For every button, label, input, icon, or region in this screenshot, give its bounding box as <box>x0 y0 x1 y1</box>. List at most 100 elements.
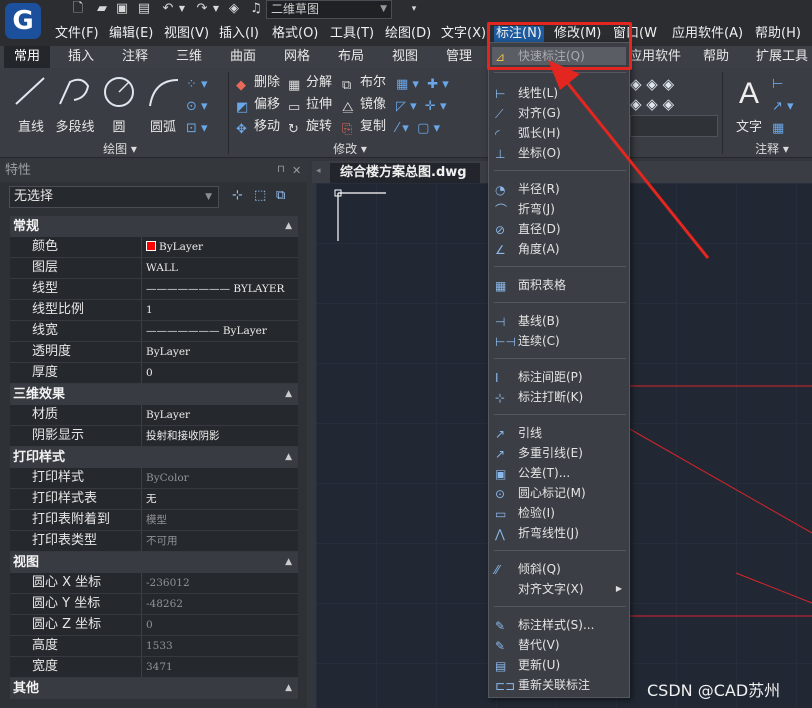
property-section[interactable]: 打印样式 ▲ <box>10 447 298 468</box>
property-row[interactable]: 圆心 X 坐标 -236012 <box>10 573 298 594</box>
property-row[interactable]: 打印样式 ByColor <box>10 468 298 489</box>
document-tab[interactable]: 综合楼方案总图.dwg <box>330 163 480 183</box>
leader-icon[interactable]: ↗ ▾ <box>772 96 812 118</box>
collapse-caret-icon[interactable]: ▲ <box>285 552 292 573</box>
support-icon[interactable]: ♫ <box>248 1 264 17</box>
tab-insert[interactable]: 插入 <box>56 46 106 68</box>
save-as-icon[interactable]: ▤ <box>136 1 152 17</box>
arc-tool-button[interactable]: 圆弧 <box>138 72 188 142</box>
save-icon[interactable]: ▣ <box>114 1 130 17</box>
fillet-icon[interactable]: ◸ ▾ ✛ ▾ <box>396 96 466 118</box>
menu-view[interactable]: 视图(V) <box>164 26 209 42</box>
trim-icon[interactable]: ⁄ ▾ ▢ ▾ <box>396 118 466 140</box>
delete-button[interactable]: ◆ 删除 <box>236 73 280 93</box>
property-row[interactable]: 线型 ———————— BYLAYER <box>10 279 298 300</box>
menu-tools[interactable]: 工具(T) <box>330 26 374 42</box>
property-row[interactable]: 透明度 ByLayer <box>10 342 298 363</box>
tab-surface[interactable]: 曲面 <box>218 46 268 68</box>
tab-3d[interactable]: 三维 <box>164 46 214 68</box>
tab-home[interactable]: 常用 <box>4 46 50 68</box>
menu-format[interactable]: 格式(O) <box>272 26 318 42</box>
menu-item-align-text[interactable]: 对齐文字(X) ▶ <box>492 580 626 598</box>
table-icon[interactable]: ▦ <box>772 118 812 140</box>
draw-group-label[interactable]: 绘图 ▾ <box>60 140 180 156</box>
quick-select-icon[interactable]: ⧉ <box>276 188 285 203</box>
property-row[interactable]: 打印样式表无 <box>10 489 298 510</box>
menu-file[interactable]: 文件(F) <box>55 26 99 42</box>
menu-apps[interactable]: 应用软件(A) <box>672 26 743 42</box>
property-row[interactable]: 打印表附着到 模型 <box>10 510 298 531</box>
menu-draw[interactable]: 绘图(D) <box>385 26 431 42</box>
property-row[interactable]: 宽度 3471 <box>10 657 298 678</box>
tab-mesh[interactable]: 网格 <box>272 46 322 68</box>
menu-item-update[interactable]: ▤ 更新(U) <box>492 656 626 674</box>
collapse-caret-icon[interactable]: ▲ <box>285 447 292 468</box>
stretch-button[interactable]: ▭ 拉伸 <box>288 95 332 115</box>
hatch-icon[interactable]: ⊡ ▾ <box>186 118 222 140</box>
rotate-button[interactable]: ↻ 旋转 <box>288 117 332 137</box>
property-row[interactable]: 线型比例 1 <box>10 300 298 321</box>
ellipse-icon[interactable]: ⊙ ▾ <box>186 96 222 118</box>
menu-item-mleader[interactable]: ↗ 多重引线(E) <box>492 444 626 462</box>
menu-help[interactable]: 帮助(H) <box>755 26 801 42</box>
menu-item-override[interactable]: ✎ 替代(V) <box>492 636 626 654</box>
menu-edit[interactable]: 编辑(E) <box>109 26 153 42</box>
tab-ext-tools[interactable]: 扩展工具 <box>752 46 812 68</box>
move-button[interactable]: ✥ 移动 <box>236 117 280 137</box>
explode-button[interactable]: ▦ 分解 <box>288 73 332 93</box>
mirror-button[interactable]: ⧋ 镜像 <box>342 95 386 115</box>
menu-item-dim-space[interactable]: Ⅰ 标注间距(P) <box>492 368 626 386</box>
menu-insert[interactable]: 插入(I) <box>219 26 259 42</box>
property-section[interactable]: 其他 ▲ <box>10 678 298 699</box>
annotation-group-label[interactable]: 注释 ▾ <box>742 140 802 156</box>
close-icon[interactable]: ✕ <box>292 164 301 177</box>
point-icon[interactable]: ⁘ ▾ <box>186 74 222 96</box>
offset-button[interactable]: ◩ 偏移 <box>236 95 280 115</box>
app-logo[interactable]: G <box>5 3 41 39</box>
menu-item-oblique[interactable]: ⁄⁄ 倾斜(Q) <box>492 560 626 578</box>
circle-tool-button[interactable]: 圆 <box>94 72 144 142</box>
menu-item-tolerance[interactable]: ▣ 公差(T)... <box>492 464 626 482</box>
menu-item-reassociate[interactable]: ⊏⊐ 重新关联标注 <box>492 676 626 694</box>
property-row[interactable]: 圆心 Z 坐标 0 <box>10 615 298 636</box>
line-tool-button[interactable]: 直线 <box>6 72 56 142</box>
tab-manage[interactable]: 管理 <box>434 46 484 68</box>
property-row[interactable]: 图层 WALL <box>10 258 298 279</box>
property-row[interactable]: 高度 1533 <box>10 636 298 657</box>
property-section[interactable]: 三维效果 ▲ <box>10 384 298 405</box>
property-row[interactable]: 阴影显示 投射和接收阴影 <box>10 426 298 447</box>
new-file-icon[interactable]: 🗋 <box>70 1 86 17</box>
toggle-pickadd-icon[interactable]: ⊹ <box>232 188 243 203</box>
modify-group-label[interactable]: 修改 ▾ <box>300 140 400 156</box>
menu-item-inspection[interactable]: ▭ 检验(I) <box>492 504 626 522</box>
tab-layout[interactable]: 布局 <box>326 46 376 68</box>
property-row[interactable]: 线宽 ——————— ByLayer <box>10 321 298 342</box>
property-row[interactable]: 材质 ByLayer <box>10 405 298 426</box>
copy-button[interactable]: ⎘ 复制 <box>342 117 386 137</box>
boolean-button[interactable]: ⧉ 布尔 <box>342 73 386 93</box>
undo-dropdown-icon[interactable]: ▼ <box>174 1 190 17</box>
menu-item-dim-style[interactable]: ✎ 标注样式(S)... <box>492 616 626 634</box>
selection-dropdown[interactable]: 无选择 ▼ <box>9 186 219 208</box>
menu-item-dim-break[interactable]: ⊹ 标注打断(K) <box>492 388 626 406</box>
tab-scroll-left-icon[interactable]: ◂ <box>316 166 321 176</box>
menu-item-continue[interactable]: ⊢⊣ 连续(C) <box>492 332 626 350</box>
property-row[interactable]: 颜色 ByLayer <box>10 237 298 258</box>
text-tool-button[interactable]: A 文字 <box>724 72 774 142</box>
property-row[interactable]: 圆心 Y 坐标 -48262 <box>10 594 298 615</box>
tab-annotate[interactable]: 注释 <box>110 46 160 68</box>
select-objects-icon[interactable]: ⬚ <box>254 188 266 203</box>
dimension-linear-icon[interactable]: ⊢ <box>772 74 812 96</box>
menu-item-jogged-linear[interactable]: ⋀ 折弯线性(J) <box>492 524 626 542</box>
layers-icon[interactable]: ◈ <box>226 1 242 17</box>
polyline-tool-button[interactable]: 多段线 <box>50 72 100 142</box>
collapse-caret-icon[interactable]: ▲ <box>285 216 292 237</box>
workspace-select[interactable]: 二维草图 ▼ <box>266 0 392 19</box>
pin-icon[interactable]: ⊓ <box>277 164 285 175</box>
property-row[interactable]: 打印表类型 不可用 <box>10 531 298 552</box>
array-icon[interactable]: ▦ ▾ ✚ ▾ <box>396 74 466 96</box>
menu-item-baseline[interactable]: ⊣ 基线(B) <box>492 312 626 330</box>
tab-view[interactable]: 视图 <box>380 46 430 68</box>
property-row[interactable]: 厚度 0 <box>10 363 298 384</box>
menu-item-leader[interactable]: ↗ 引线 <box>492 424 626 442</box>
